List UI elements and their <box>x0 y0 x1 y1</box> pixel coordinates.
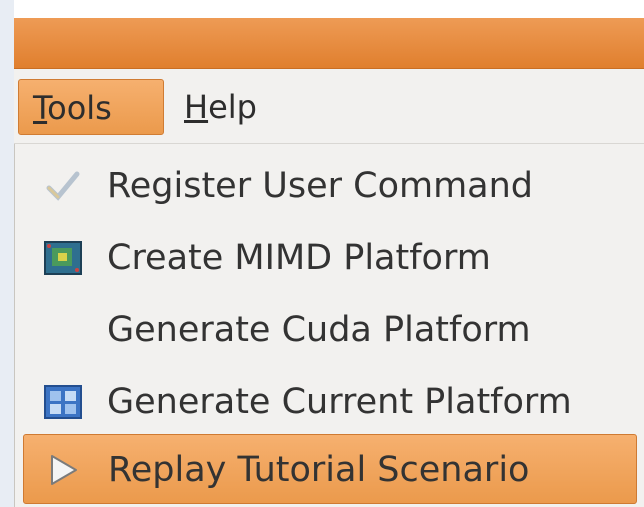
menu-item-label: Register User Command <box>107 166 534 206</box>
tools-dropdown-menu: Register User Command Create MIMD Platfo… <box>14 144 644 507</box>
menu-item-label: Generate Cuda Platform <box>107 310 531 350</box>
play-triangle-icon <box>51 455 77 485</box>
menu-item-label: Replay Tutorial Scenario <box>108 450 530 490</box>
menu-item-create-mimd-platform[interactable]: Create MIMD Platform <box>23 223 637 293</box>
menu-help-label: elp <box>208 88 257 126</box>
platform-grid-icon <box>44 385 82 419</box>
window-titlebar[interactable] <box>14 18 644 69</box>
checkmark-icon <box>46 171 80 201</box>
menu-tools[interactable]: Tools <box>18 79 164 135</box>
menu-tools-mnemonic: T <box>33 89 48 127</box>
menu-item-register-user-command[interactable]: Register User Command <box>23 151 637 221</box>
menu-tools-label: ools <box>47 89 112 127</box>
menu-item-generate-cuda-platform[interactable]: Generate Cuda Platform <box>23 295 637 365</box>
application-window: Tools Help Register User Command Create … <box>14 0 644 507</box>
menu-item-label: Generate Current Platform <box>107 382 572 422</box>
menu-item-label: Create MIMD Platform <box>107 238 491 278</box>
menu-item-replay-tutorial-scenario[interactable]: Replay Tutorial Scenario <box>23 434 637 504</box>
window-top-edge <box>14 0 644 18</box>
menu-help-mnemonic: H <box>184 88 209 126</box>
menu-bar: Tools Help <box>14 69 644 144</box>
chip-board-icon <box>44 241 82 275</box>
menu-item-generate-current-platform[interactable]: Generate Current Platform <box>23 367 637 437</box>
menu-help[interactable]: Help <box>170 79 300 135</box>
